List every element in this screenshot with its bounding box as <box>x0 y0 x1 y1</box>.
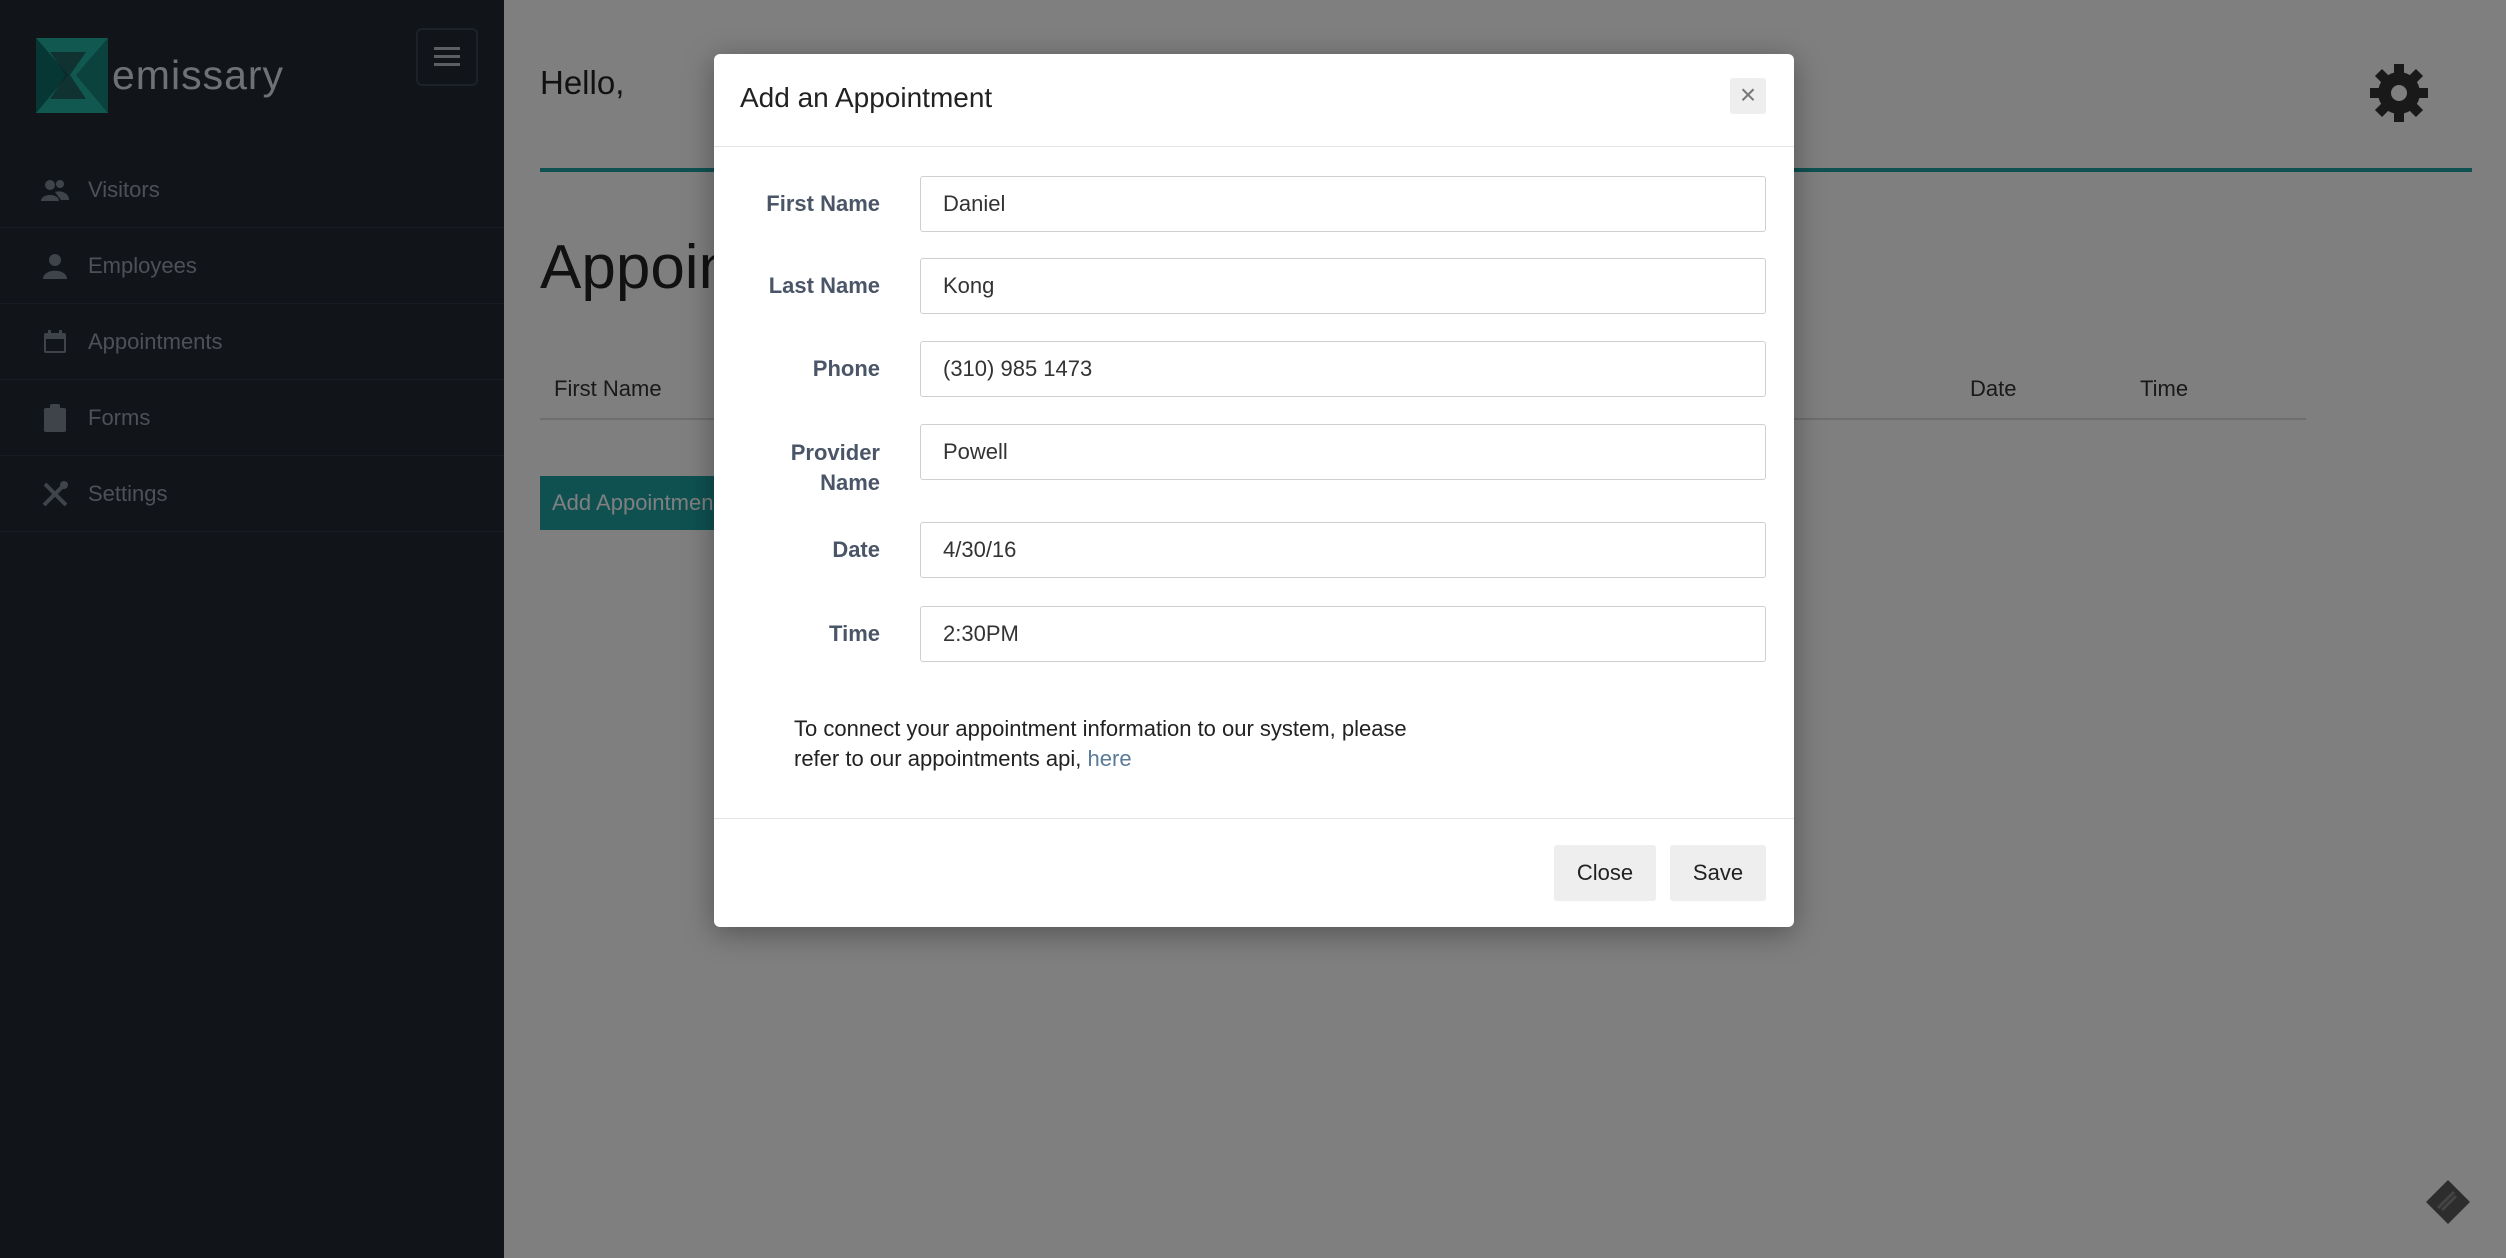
add-appointment-modal: Add an Appointment × First Name Last Nam… <box>714 54 1794 927</box>
api-docs-link[interactable]: here <box>1088 746 1132 771</box>
provider-name-label-line2: Name <box>820 470 880 495</box>
date-field[interactable] <box>920 522 1766 578</box>
save-button[interactable]: Save <box>1670 845 1766 901</box>
first-name-field[interactable] <box>920 176 1766 232</box>
modal-header: Add an Appointment × <box>714 54 1794 147</box>
last-name-field[interactable] <box>920 258 1766 314</box>
modal-footer: Close Save <box>714 818 1794 927</box>
phone-field[interactable] <box>920 341 1766 397</box>
date-label: Date <box>832 537 880 562</box>
phone-label: Phone <box>812 356 880 381</box>
api-note-line1: To connect your appointment information … <box>794 716 1407 741</box>
time-label: Time <box>829 621 880 646</box>
provider-name-field[interactable] <box>920 424 1766 480</box>
last-name-label: Last Name <box>768 273 880 298</box>
close-icon[interactable]: × <box>1730 78 1766 114</box>
modal-title: Add an Appointment <box>740 82 993 113</box>
provider-name-label-line1: Provider <box>790 440 880 465</box>
api-note: To connect your appointment information … <box>794 714 1454 774</box>
api-note-line2: refer to our appointments api, <box>794 746 1082 771</box>
first-name-label: First Name <box>766 191 880 216</box>
time-field[interactable] <box>920 606 1766 662</box>
close-button[interactable]: Close <box>1554 845 1656 901</box>
provider-name-label: Provider Name <box>744 438 880 498</box>
